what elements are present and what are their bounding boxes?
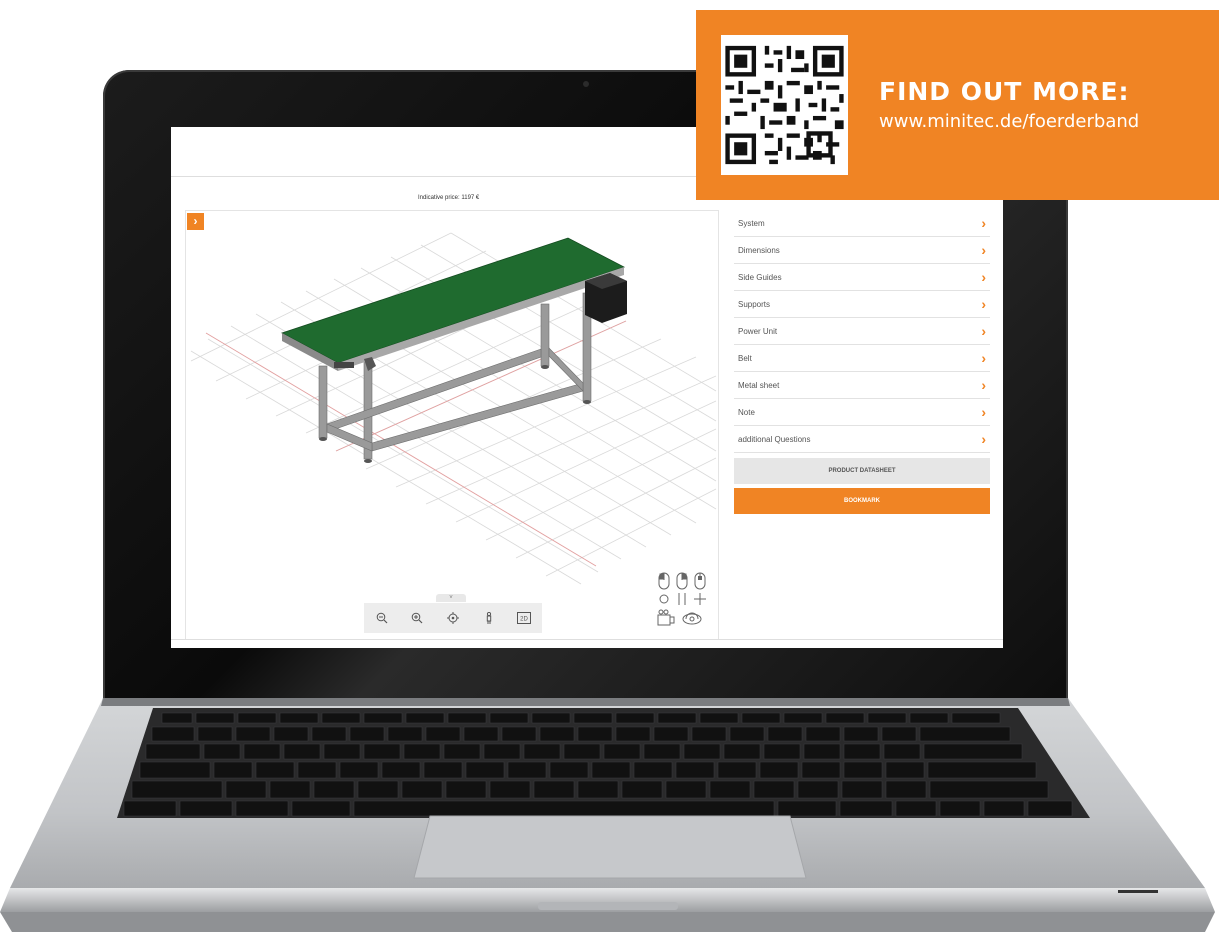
banner-title: FIND OUT MORE: xyxy=(879,77,1130,106)
expand-panel-button[interactable]: › xyxy=(187,213,204,230)
menu-item-label: Power Unit xyxy=(738,326,778,336)
qr-code-icon[interactable] xyxy=(721,35,848,175)
menu-item-dimensions[interactable]: Dimensions › xyxy=(734,237,990,264)
menu-item-label: Dimensions xyxy=(738,245,780,255)
menu-item-system[interactable]: System › xyxy=(734,210,990,237)
chevron-right-icon: › xyxy=(193,214,198,228)
lid-notch xyxy=(538,902,678,910)
configurator-screen: Indicative price: 1197 € › ˅ 2D System ›… xyxy=(171,127,1003,648)
menu-item-note[interactable]: Note › xyxy=(734,399,990,426)
bookmark-button[interactable]: BOOKMARK xyxy=(734,488,990,514)
product-datasheet-button[interactable]: PRODUCT DATASHEET xyxy=(734,458,990,484)
menu-item-label: Side Guides xyxy=(738,272,782,282)
conveyor-3d-scene xyxy=(190,232,717,585)
indicative-price: Indicative price: 1197 € xyxy=(418,195,480,201)
find-out-more-banner: FIND OUT MORE: www.minitec.de/foerderban… xyxy=(696,10,1219,200)
menu-item-power-unit[interactable]: Power Unit › xyxy=(734,318,990,345)
menu-item-additional-questions[interactable]: additional Questions › xyxy=(734,426,990,453)
menu-item-belt[interactable]: Belt › xyxy=(734,345,990,372)
chevron-right-icon: › xyxy=(981,296,986,312)
sleep-indicator xyxy=(1118,890,1158,893)
svg-text:2D: 2D xyxy=(520,617,528,623)
chevron-right-icon: › xyxy=(981,269,986,285)
banner-url-link[interactable]: www.minitec.de/foerderband xyxy=(879,111,1139,132)
toolbar-collapse-tab[interactable]: ˅ xyxy=(436,594,466,602)
menu-item-label: Metal sheet xyxy=(738,380,780,390)
zoom-out-icon[interactable] xyxy=(371,607,393,629)
camera-controls[interactable] xyxy=(656,609,708,627)
menu-item-supports[interactable]: Supports › xyxy=(734,291,990,318)
conveyor-belt xyxy=(280,237,626,364)
webcam xyxy=(583,81,589,87)
hinge xyxy=(101,698,1070,706)
3d-viewer[interactable]: › ˅ 2D xyxy=(185,210,719,640)
chevron-right-icon: › xyxy=(981,431,986,447)
chevron-right-icon: › xyxy=(981,215,986,231)
chevron-right-icon: › xyxy=(981,377,986,393)
menu-item-label: Belt xyxy=(738,353,752,363)
chevron-right-icon: › xyxy=(981,404,986,420)
zoom-in-icon[interactable] xyxy=(406,607,428,629)
trackpad[interactable] xyxy=(413,815,807,879)
menu-item-metal-sheet[interactable]: Metal sheet › xyxy=(734,372,990,399)
menu-item-label: Note xyxy=(738,407,755,417)
person-icon[interactable] xyxy=(478,607,500,629)
chevron-right-icon: › xyxy=(981,242,986,258)
menu-item-side-guides[interactable]: Side Guides › xyxy=(734,264,990,291)
menu-item-label: System xyxy=(738,218,765,228)
chevron-right-icon: › xyxy=(981,323,986,339)
menu-item-label: Supports xyxy=(738,299,771,309)
mouse-navigation-hints xyxy=(658,572,706,605)
laptop-base xyxy=(0,698,1215,932)
viewer-toolbar: 2D xyxy=(364,603,542,633)
2d-toggle-icon[interactable]: 2D xyxy=(513,607,535,629)
menu-item-label: additional Questions xyxy=(738,434,811,444)
chevron-right-icon: › xyxy=(981,350,986,366)
center-view-icon[interactable] xyxy=(442,607,464,629)
end-bracket xyxy=(334,362,354,368)
configuration-menu: System › Dimensions › Side Guides › Supp… xyxy=(734,210,990,514)
